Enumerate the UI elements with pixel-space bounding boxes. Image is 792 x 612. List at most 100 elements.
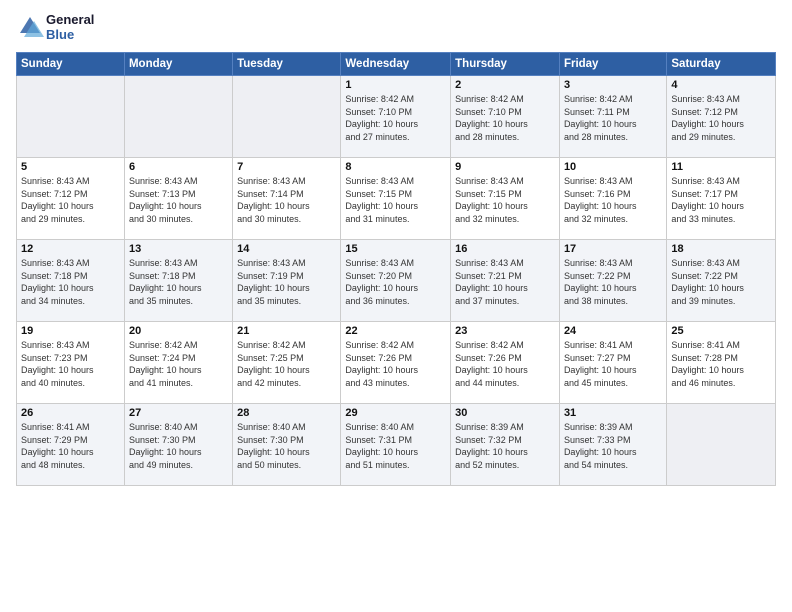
day-info: Sunrise: 8:43 AM Sunset: 7:21 PM Dayligh… <box>455 257 555 307</box>
day-number: 29 <box>345 407 446 419</box>
day-cell: 31 Sunrise: 8:39 AM Sunset: 7:33 PM Dayli… <box>559 404 666 486</box>
day-info: Sunrise: 8:43 AM Sunset: 7:22 PM Dayligh… <box>564 257 662 307</box>
day-cell: 14Sunrise: 8:43 AM Sunset: 7:19 PM Dayli… <box>233 240 341 322</box>
day-info: Sunrise: 8:42 AM Sunset: 7:24 PM Dayligh… <box>129 339 228 389</box>
day-number: 5 <box>21 161 120 173</box>
day-number: 26 <box>21 407 120 419</box>
day-info: Sunrise: 8:39 AM Sunset: 7:32 PM Dayligh… <box>455 421 555 471</box>
day-number: 9 <box>455 161 555 173</box>
day-number: 20 <box>129 325 228 337</box>
logo: General Blue <box>16 12 94 42</box>
day-number: 7 <box>237 161 336 173</box>
day-cell: 25 Sunrise: 8:41 AM Sunset: 7:28 PM Dayli… <box>667 322 776 404</box>
day-cell: 4 Sunrise: 8:43 AM Sunset: 7:12 PM Daylig… <box>667 76 776 158</box>
day-info: Sunrise: 8:41 AM Sunset: 7:29 PM Dayligh… <box>21 421 120 471</box>
day-number: 8 <box>345 161 446 173</box>
day-info: Sunrise: 8:43 AM Sunset: 7:12 PM Dayligh… <box>671 93 771 143</box>
day-info: Sunrise: 8:43 AM Sunset: 7:18 PM Dayligh… <box>129 257 228 307</box>
day-cell: 19Sunrise: 8:43 AM Sunset: 7:23 PM Dayli… <box>17 322 125 404</box>
day-cell: 7 Sunrise: 8:43 AM Sunset: 7:14 PM Daylig… <box>233 158 341 240</box>
day-number: 3 <box>564 79 662 91</box>
day-number: 13 <box>129 243 228 255</box>
day-cell: 23Sunrise: 8:42 AM Sunset: 7:26 PM Dayli… <box>451 322 560 404</box>
week-row-5: 26 Sunrise: 8:41 AM Sunset: 7:29 PM Dayli… <box>17 404 776 486</box>
header: General Blue <box>16 12 776 42</box>
day-cell <box>124 76 232 158</box>
day-cell: 26 Sunrise: 8:41 AM Sunset: 7:29 PM Dayli… <box>17 404 125 486</box>
day-info: Sunrise: 8:43 AM Sunset: 7:17 PM Dayligh… <box>671 175 771 225</box>
day-number: 23 <box>455 325 555 337</box>
day-number: 14 <box>237 243 336 255</box>
day-info: Sunrise: 8:43 AM Sunset: 7:18 PM Dayligh… <box>21 257 120 307</box>
day-info: Sunrise: 8:43 AM Sunset: 7:14 PM Dayligh… <box>237 175 336 225</box>
day-cell: 29 Sunrise: 8:40 AM Sunset: 7:31 PM Dayli… <box>341 404 451 486</box>
day-info: Sunrise: 8:43 AM Sunset: 7:16 PM Dayligh… <box>564 175 662 225</box>
page: General Blue SundayMondayTuesdayWednesda… <box>0 0 792 612</box>
day-info: Sunrise: 8:39 AM Sunset: 7:33 PM Dayligh… <box>564 421 662 471</box>
day-number: 17 <box>564 243 662 255</box>
logo-icon <box>16 13 44 41</box>
day-number: 28 <box>237 407 336 419</box>
day-info: Sunrise: 8:43 AM Sunset: 7:15 PM Dayligh… <box>345 175 446 225</box>
week-row-4: 19Sunrise: 8:43 AM Sunset: 7:23 PM Dayli… <box>17 322 776 404</box>
day-info: Sunrise: 8:40 AM Sunset: 7:31 PM Dayligh… <box>345 421 446 471</box>
day-cell <box>233 76 341 158</box>
week-row-2: 5 Sunrise: 8:43 AM Sunset: 7:12 PM Daylig… <box>17 158 776 240</box>
day-number: 18 <box>671 243 771 255</box>
day-cell: 12 Sunrise: 8:43 AM Sunset: 7:18 PM Dayli… <box>17 240 125 322</box>
day-number: 4 <box>671 79 771 91</box>
day-info: Sunrise: 8:42 AM Sunset: 7:11 PM Dayligh… <box>564 93 662 143</box>
day-cell: 27 Sunrise: 8:40 AM Sunset: 7:30 PM Dayli… <box>124 404 232 486</box>
day-number: 24 <box>564 325 662 337</box>
header-row: SundayMondayTuesdayWednesdayThursdayFrid… <box>17 53 776 76</box>
day-info: Sunrise: 8:40 AM Sunset: 7:30 PM Dayligh… <box>237 421 336 471</box>
day-info: Sunrise: 8:43 AM Sunset: 7:12 PM Dayligh… <box>21 175 120 225</box>
day-info: Sunrise: 8:42 AM Sunset: 7:10 PM Dayligh… <box>455 93 555 143</box>
weekday-header-thursday: Thursday <box>451 53 560 76</box>
day-cell: 22 Sunrise: 8:42 AM Sunset: 7:26 PM Dayli… <box>341 322 451 404</box>
day-number: 2 <box>455 79 555 91</box>
day-cell: 21Sunrise: 8:42 AM Sunset: 7:25 PM Dayli… <box>233 322 341 404</box>
day-number: 25 <box>671 325 771 337</box>
day-cell: 20 Sunrise: 8:42 AM Sunset: 7:24 PM Dayli… <box>124 322 232 404</box>
weekday-header-friday: Friday <box>559 53 666 76</box>
day-info: Sunrise: 8:43 AM Sunset: 7:23 PM Dayligh… <box>21 339 120 389</box>
day-cell: 16Sunrise: 8:43 AM Sunset: 7:21 PM Dayli… <box>451 240 560 322</box>
day-number: 27 <box>129 407 228 419</box>
day-cell: 28 Sunrise: 8:40 AM Sunset: 7:30 PM Dayli… <box>233 404 341 486</box>
day-cell: 6 Sunrise: 8:43 AM Sunset: 7:13 PM Daylig… <box>124 158 232 240</box>
day-cell: 5 Sunrise: 8:43 AM Sunset: 7:12 PM Daylig… <box>17 158 125 240</box>
logo-text: General Blue <box>46 12 94 42</box>
day-info: Sunrise: 8:43 AM Sunset: 7:15 PM Dayligh… <box>455 175 555 225</box>
weekday-header-tuesday: Tuesday <box>233 53 341 76</box>
day-cell: 30 Sunrise: 8:39 AM Sunset: 7:32 PM Dayli… <box>451 404 560 486</box>
weekday-header-monday: Monday <box>124 53 232 76</box>
day-info: Sunrise: 8:42 AM Sunset: 7:26 PM Dayligh… <box>345 339 446 389</box>
weekday-header-wednesday: Wednesday <box>341 53 451 76</box>
day-info: Sunrise: 8:43 AM Sunset: 7:22 PM Dayligh… <box>671 257 771 307</box>
day-cell: 3 Sunrise: 8:42 AM Sunset: 7:11 PM Daylig… <box>559 76 666 158</box>
day-number: 12 <box>21 243 120 255</box>
day-cell <box>17 76 125 158</box>
day-number: 30 <box>455 407 555 419</box>
day-cell: 1Sunrise: 8:42 AM Sunset: 7:10 PM Daylig… <box>341 76 451 158</box>
day-number: 10 <box>564 161 662 173</box>
weekday-header-saturday: Saturday <box>667 53 776 76</box>
day-cell: 2 Sunrise: 8:42 AM Sunset: 7:10 PM Daylig… <box>451 76 560 158</box>
day-cell: 24Sunrise: 8:41 AM Sunset: 7:27 PM Dayli… <box>559 322 666 404</box>
day-info: Sunrise: 8:40 AM Sunset: 7:30 PM Dayligh… <box>129 421 228 471</box>
day-number: 22 <box>345 325 446 337</box>
day-number: 1 <box>345 79 446 91</box>
weekday-header-sunday: Sunday <box>17 53 125 76</box>
day-info: Sunrise: 8:43 AM Sunset: 7:13 PM Dayligh… <box>129 175 228 225</box>
day-number: 11 <box>671 161 771 173</box>
day-cell: 9 Sunrise: 8:43 AM Sunset: 7:15 PM Daylig… <box>451 158 560 240</box>
day-cell: 18 Sunrise: 8:43 AM Sunset: 7:22 PM Dayli… <box>667 240 776 322</box>
day-info: Sunrise: 8:43 AM Sunset: 7:20 PM Dayligh… <box>345 257 446 307</box>
week-row-1: 1 Sunrise: 8:42 AM Sunset: 7:10 PM Daylig… <box>17 76 776 158</box>
day-info: Sunrise: 8:41 AM Sunset: 7:28 PM Dayligh… <box>671 339 771 389</box>
day-number: 15 <box>345 243 446 255</box>
day-cell <box>667 404 776 486</box>
day-number: 31 <box>564 407 662 419</box>
day-number: 6 <box>129 161 228 173</box>
